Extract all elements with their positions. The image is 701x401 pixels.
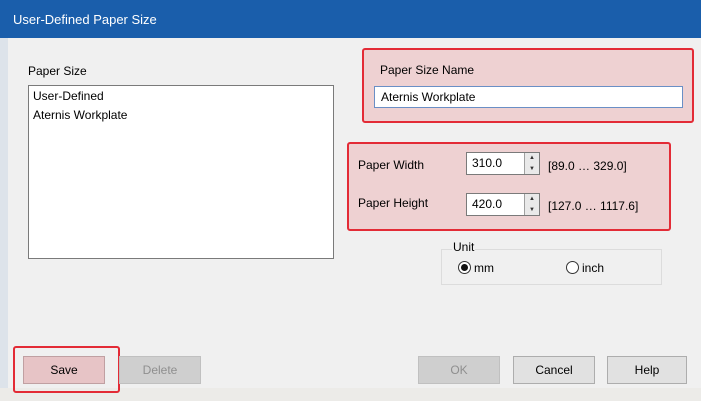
spin-up-icon[interactable]: ▲ — [525, 153, 539, 164]
paper-size-name-label: Paper Size Name — [380, 63, 475, 77]
title-bar: User-Defined Paper Size — [0, 0, 701, 38]
window-title: User-Defined Paper Size — [13, 12, 157, 27]
paper-size-list[interactable]: User-Defined Aternis Workplate — [28, 85, 334, 259]
save-button[interactable]: Save — [23, 356, 105, 384]
paper-width-spin-buttons[interactable]: ▲ ▼ — [524, 153, 539, 174]
paper-size-label: Paper Size — [28, 64, 87, 78]
paper-width-label: Paper Width — [358, 158, 425, 172]
help-button[interactable]: Help — [607, 356, 687, 384]
paper-height-value: 420.0 — [472, 197, 503, 211]
spin-down-icon[interactable]: ▼ — [525, 164, 539, 175]
unit-inch-label[interactable]: inch — [582, 261, 604, 275]
unit-mm-radio[interactable] — [458, 261, 471, 274]
paper-height-stepper[interactable]: 420.0 ▲ ▼ — [466, 193, 540, 216]
unit-inch-radio[interactable] — [566, 261, 579, 274]
paper-size-name-input[interactable]: Aternis Workplate — [374, 86, 683, 108]
cancel-button[interactable]: Cancel — [513, 356, 595, 384]
paper-width-range: [89.0 … 329.0] — [548, 159, 627, 173]
spin-up-icon[interactable]: ▲ — [525, 194, 539, 205]
window-left-edge — [0, 38, 8, 401]
paper-height-label: Paper Height — [358, 196, 429, 210]
paper-width-stepper[interactable]: 310.0 ▲ ▼ — [466, 152, 540, 175]
spin-down-icon[interactable]: ▼ — [525, 205, 539, 216]
unit-mm-label[interactable]: mm — [474, 261, 494, 275]
paper-height-range: [127.0 … 1117.6] — [548, 199, 639, 213]
list-item[interactable]: Aternis Workplate — [33, 108, 127, 122]
ok-button[interactable]: OK — [418, 356, 500, 384]
paper-height-spin-buttons[interactable]: ▲ ▼ — [524, 194, 539, 215]
delete-button[interactable]: Delete — [119, 356, 201, 384]
unit-label: Unit — [452, 240, 476, 254]
list-item[interactable]: User-Defined — [33, 89, 104, 103]
paper-width-value: 310.0 — [472, 156, 503, 170]
